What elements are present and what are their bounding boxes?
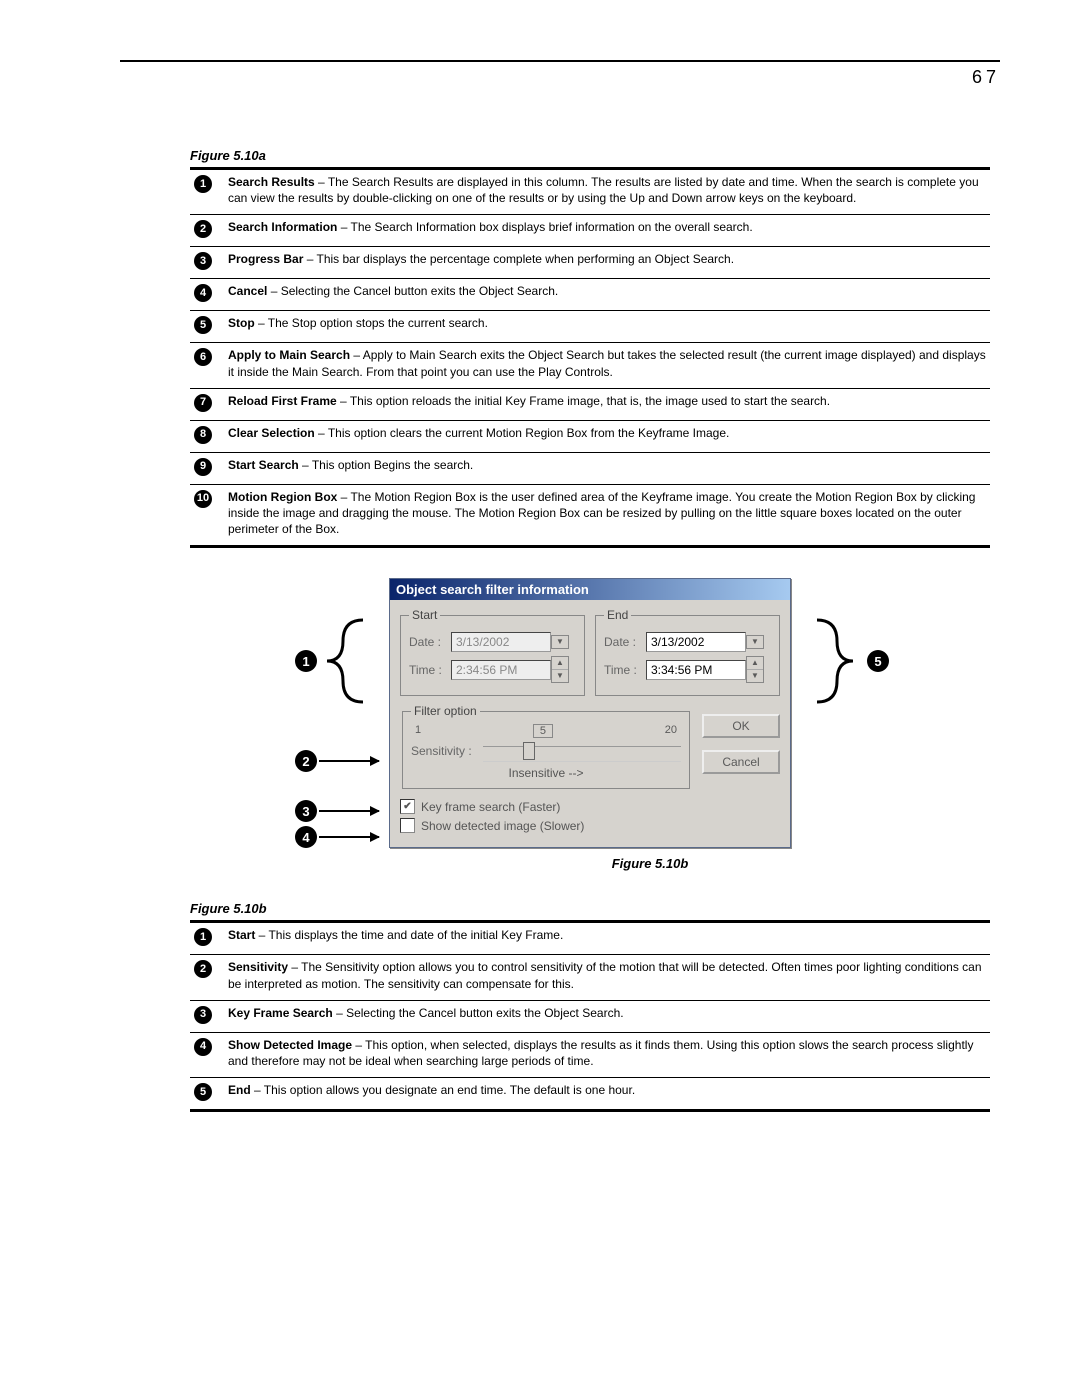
anno-1: 1 [295,650,317,672]
bullet-7: 7 [194,394,212,412]
bullet-b2: 2 [194,960,212,978]
term: End [228,1083,251,1097]
term: Key Frame Search [228,1006,333,1020]
bullet-4: 4 [194,284,212,302]
bullet-6: 6 [194,348,212,366]
text: – The Motion Region Box is the user defi… [228,490,975,536]
end-legend: End [604,608,631,622]
insensitive-label: Insensitive --> [411,766,681,780]
spinner-icon[interactable]: ▲▼ [746,656,764,683]
bullet-b5: 5 [194,1083,212,1101]
showdetected-label: Show detected image (Slower) [421,819,584,833]
object-search-dialog: Object search filter information Start D… [389,578,791,848]
figure-b-caption: Figure 5.10b [310,856,990,871]
showdetected-checkbox[interactable] [400,818,415,833]
text: – The Search Results are displayed in th… [228,175,979,205]
end-time-label: Time : [604,663,646,677]
anno-5: 5 [867,650,889,672]
slider-thumb[interactable] [523,742,535,760]
text: – This option clears the current Motion … [315,426,730,440]
term: Apply to Main Search [228,348,350,362]
bullet-2: 2 [194,220,212,238]
start-time-label: Time : [409,663,451,677]
term: Cancel [228,284,267,298]
chevron-down-icon[interactable]: ▼ [551,635,569,649]
filter-legend: Filter option [411,704,480,718]
tick-min: 1 [415,724,421,738]
arrow-2 [319,760,379,762]
arrow-3 [319,810,379,812]
page-number: 67 [100,67,1000,88]
anno-3: 3 [295,800,317,822]
start-group: Start Date : 3/13/2002 ▼ Time : 2:34:56 … [400,608,585,696]
brace-right [815,616,865,706]
start-legend: Start [409,608,440,622]
start-date-field[interactable]: 3/13/2002 [451,632,551,652]
bullet-b1: 1 [194,928,212,946]
term: Search Results [228,175,315,189]
end-time-field[interactable]: 3:34:56 PM [646,660,746,680]
bullet-3: 3 [194,252,212,270]
figure-b-table: 1 Start – This displays the time and dat… [190,920,990,1112]
chevron-down-icon[interactable]: ▼ [746,635,764,649]
anno-2: 2 [295,750,317,772]
text: – This bar displays the percentage compl… [303,252,734,266]
sensitivity-slider[interactable] [483,746,681,762]
term: Motion Region Box [228,490,337,504]
tick-mid: 5 [533,724,553,738]
term: Sensitivity [228,960,288,974]
figure-a-label: Figure 5.10a [190,148,990,163]
start-date-label: Date : [409,635,451,649]
bullet-1: 1 [194,175,212,193]
text: – The Search Information box displays br… [337,220,752,234]
text: – The Sensitivity option allows you to c… [228,960,982,990]
term: Search Information [228,220,337,234]
end-date-label: Date : [604,635,646,649]
end-date-field[interactable]: 3/13/2002 [646,632,746,652]
bullet-b3: 3 [194,1006,212,1024]
start-time-field[interactable]: 2:34:56 PM [451,660,551,680]
ok-button[interactable]: OK [702,714,780,738]
text: – This displays the time and date of the… [255,928,563,942]
term: Progress Bar [228,252,303,266]
keyframe-checkbox[interactable]: ✔ [400,799,415,814]
keyframe-label: Key frame search (Faster) [421,800,560,814]
bullet-10: 10 [194,490,212,508]
text: – Selecting the Cancel button exits the … [267,284,558,298]
arrow-4 [319,836,379,838]
bullet-5: 5 [194,316,212,334]
text: – The Stop option stops the current sear… [255,316,488,330]
text: – Selecting the Cancel button exits the … [333,1006,624,1020]
spinner-icon[interactable]: ▲▼ [551,656,569,683]
term: Show Detected Image [228,1038,352,1052]
brace-left [315,616,365,706]
text: – This option Begins the search. [299,458,474,472]
term: Reload First Frame [228,394,337,408]
end-group: End Date : 3/13/2002 ▼ Time : 3:34:56 PM… [595,608,780,696]
cancel-button[interactable]: Cancel [702,750,780,774]
tick-max: 20 [665,724,677,738]
anno-4: 4 [295,826,317,848]
term: Stop [228,316,255,330]
filter-option-group: Filter option 1 5 20 Sensitivity : [402,704,690,789]
term: Clear Selection [228,426,315,440]
bullet-9: 9 [194,458,212,476]
sensitivity-label: Sensitivity : [411,744,483,758]
text: – This option reloads the initial Key Fr… [337,394,830,408]
term: Start [228,928,255,942]
term: Start Search [228,458,299,472]
bullet-8: 8 [194,426,212,444]
dialog-title: Object search filter information [390,579,790,600]
bullet-b4: 4 [194,1038,212,1056]
text: – This option allows you designate an en… [251,1083,635,1097]
figure-b-label: Figure 5.10b [190,901,990,916]
figure-a-table: 1 Search Results – The Search Results ar… [190,167,990,548]
